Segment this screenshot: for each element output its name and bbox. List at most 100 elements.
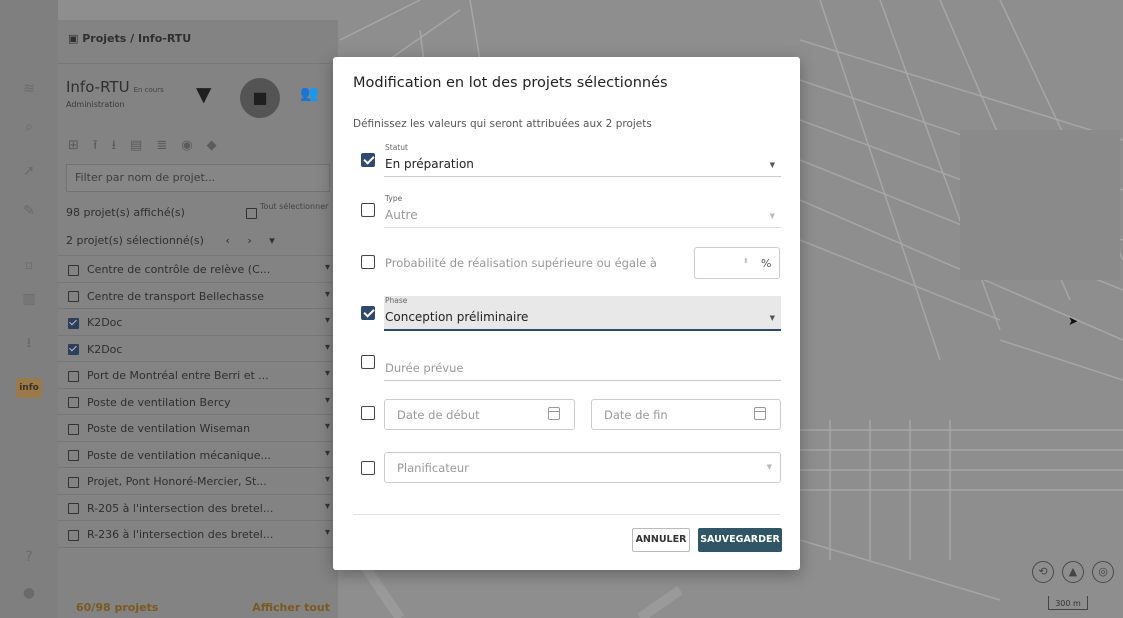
help-icon[interactable]: ? bbox=[20, 548, 38, 566]
filter-icon[interactable]: ▼ bbox=[196, 82, 211, 106]
table-icon[interactable]: ⊞ bbox=[68, 138, 93, 153]
planificateur-select[interactable]: Planificateur ▼ bbox=[384, 452, 781, 483]
document-icon[interactable]: ▤ bbox=[130, 138, 156, 153]
list-icon[interactable]: ≣ bbox=[156, 138, 181, 153]
left-icon-rail: ≋ ⌕ ➚ ✎ ⌑ ▥ ⭳ info ? ● bbox=[0, 0, 58, 618]
probabilite-checkbox[interactable] bbox=[361, 255, 375, 269]
chevron-down-icon[interactable]: ▾ bbox=[325, 289, 330, 300]
download-icon[interactable]: ⭳ bbox=[20, 334, 38, 352]
project-checkbox[interactable] bbox=[68, 344, 79, 355]
list-item[interactable]: Poste de ventilation Wiseman ▾ bbox=[58, 415, 338, 442]
list-item[interactable]: Projet, Pont Honoré-Mercier, St... ▾ bbox=[58, 468, 338, 495]
project-checkbox[interactable] bbox=[68, 476, 79, 488]
dates-checkbox[interactable] bbox=[361, 406, 375, 420]
date-debut-input[interactable]: Date de début bbox=[384, 399, 575, 430]
compass-icon[interactable]: ▲ bbox=[1062, 561, 1084, 583]
show-all-link[interactable]: Afficher tout bbox=[252, 601, 330, 614]
chevron-down-icon[interactable]: ▾ bbox=[325, 315, 330, 326]
projects-panel: ▣ Projets / Info-RTU Info-RTU En cours Ad… bbox=[58, 20, 338, 618]
chevron-down-icon[interactable]: ▾ bbox=[325, 474, 330, 485]
chevron-down-icon[interactable]: ▾ bbox=[325, 527, 330, 538]
app-header: Info-RTU En cours Administration ▼ ■ 👥 bbox=[58, 64, 338, 132]
type-select[interactable]: Type Autre ▼ bbox=[384, 194, 781, 228]
save-button[interactable]: SAUVEGARDER bbox=[698, 528, 782, 552]
list-item[interactable]: Centre de contrôle de relève (C... ▾ bbox=[58, 256, 338, 283]
project-checkbox[interactable] bbox=[68, 317, 79, 329]
duree-input[interactable]: Durée prévue bbox=[384, 353, 781, 381]
project-checkbox[interactable] bbox=[68, 503, 79, 514]
calendar-icon[interactable] bbox=[754, 407, 766, 420]
select-all-checkbox[interactable] bbox=[246, 208, 257, 219]
list-item[interactable]: R-205 à l'intersection des bretel... ▾ bbox=[58, 495, 338, 521]
rotate-reset-icon[interactable]: ⟲ bbox=[1032, 561, 1054, 583]
draw-icon[interactable]: ✎ bbox=[20, 202, 38, 220]
project-checkbox[interactable] bbox=[68, 370, 79, 382]
chevron-down-icon[interactable]: ▾ bbox=[325, 501, 330, 512]
list-item[interactable]: Port de Montréal entre Berri et ... ▾ bbox=[58, 362, 338, 389]
spinner-icon[interactable]: ⬍ bbox=[743, 257, 749, 265]
dialog-divider bbox=[353, 514, 780, 515]
download-icon[interactable]: ⭳ bbox=[111, 138, 130, 153]
mouse-cursor-icon: ➤ bbox=[1068, 314, 1079, 328]
displayed-count: 98 projet(s) affiché(s) bbox=[66, 206, 185, 219]
chevron-down-icon[interactable]: ▾ bbox=[325, 262, 330, 273]
folder-icon[interactable]: ■ bbox=[240, 78, 280, 118]
list-item[interactable]: K2Doc ▾ bbox=[58, 309, 338, 336]
list-item[interactable]: Poste de ventilation mécanique... ▾ bbox=[58, 442, 338, 468]
chevron-down-icon: ▼ bbox=[769, 212, 775, 220]
eye-icon[interactable]: ◉ bbox=[181, 138, 206, 153]
chevron-down-icon[interactable]: ▾ bbox=[325, 342, 330, 353]
duree-checkbox[interactable] bbox=[361, 355, 375, 369]
project-checkbox[interactable] bbox=[68, 450, 79, 461]
statut-select[interactable]: Statut En préparation ▼ bbox=[384, 143, 781, 177]
tag-icon[interactable]: ◆ bbox=[207, 138, 231, 153]
type-checkbox[interactable] bbox=[361, 203, 375, 217]
chevron-down-icon[interactable]: ▾ bbox=[325, 368, 330, 379]
date-fin-input[interactable]: Date de fin bbox=[591, 399, 781, 430]
layers-icon[interactable]: ≋ bbox=[20, 80, 38, 98]
list-item[interactable]: Poste de ventilation Bercy ▾ bbox=[58, 389, 338, 415]
search-icon[interactable]: ⌕ bbox=[20, 118, 38, 136]
statut-checkbox[interactable] bbox=[361, 153, 375, 167]
project-filter-input[interactable]: Filter par nom de projet... bbox=[66, 164, 330, 192]
project-checkbox[interactable] bbox=[68, 529, 79, 541]
breadcrumb: ▣ Projets / Info-RTU bbox=[58, 20, 338, 64]
chevron-down-icon: ▼ bbox=[769, 161, 775, 169]
probabilite-input[interactable]: ⬍ % bbox=[694, 247, 780, 279]
project-checkbox[interactable] bbox=[68, 264, 79, 276]
map-icon[interactable]: ▥ bbox=[20, 290, 38, 308]
filter-icon[interactable]: ▾ bbox=[269, 234, 275, 247]
list-item[interactable]: K2Doc ▾ bbox=[58, 336, 338, 362]
shape-icon[interactable]: ⌑ bbox=[20, 258, 38, 276]
probabilite-label: Probabilité de réalisation supérieure ou… bbox=[385, 256, 657, 270]
project-checkbox[interactable] bbox=[68, 423, 79, 435]
chevron-down-icon[interactable]: ▾ bbox=[325, 448, 330, 459]
footer-count: 60/98 projets bbox=[76, 601, 159, 614]
users-icon[interactable]: 👥 bbox=[300, 84, 319, 102]
map-scale: 300 m bbox=[1048, 596, 1088, 610]
select-all-label: Tout sélectionner bbox=[260, 202, 329, 211]
phase-checkbox[interactable] bbox=[361, 306, 375, 320]
list-item[interactable]: Centre de transport Bellechasse ▾ bbox=[58, 283, 338, 309]
user-icon[interactable]: ● bbox=[20, 584, 38, 602]
upload-icon[interactable]: ⭱ bbox=[93, 138, 112, 153]
chevron-down-icon[interactable]: ▾ bbox=[325, 421, 330, 432]
chevron-left-icon[interactable]: ‹ bbox=[225, 234, 229, 247]
cancel-button[interactable]: ANNULER bbox=[632, 528, 690, 552]
displayed-count-row: 98 projet(s) affiché(s) Tout sélectionne… bbox=[58, 200, 338, 232]
project-checkbox[interactable] bbox=[68, 291, 79, 302]
planificateur-checkbox[interactable] bbox=[361, 461, 375, 475]
project-checkbox[interactable] bbox=[68, 397, 79, 408]
info-rtu-logo[interactable]: info bbox=[16, 378, 42, 398]
pointer-icon[interactable]: ➚ bbox=[20, 162, 38, 180]
dialog-title: Modification en lot des projets sélectio… bbox=[353, 75, 668, 91]
chevron-right-icon[interactable]: › bbox=[247, 234, 251, 247]
phase-select[interactable]: Phase Conception préliminaire ▼ bbox=[384, 296, 781, 331]
batch-edit-dialog: Modification en lot des projets sélectio… bbox=[333, 57, 800, 570]
chevron-down-icon[interactable]: ▾ bbox=[325, 395, 330, 406]
locate-me-icon[interactable]: ◎ bbox=[1092, 561, 1114, 583]
selected-count: 2 projet(s) sélectionné(s) bbox=[66, 234, 204, 247]
calendar-icon[interactable] bbox=[548, 407, 560, 420]
panel-footer: 60/98 projets Afficher tout bbox=[58, 596, 338, 618]
list-item[interactable]: R-236 à l'intersection des bretel... ▾ bbox=[58, 521, 338, 548]
